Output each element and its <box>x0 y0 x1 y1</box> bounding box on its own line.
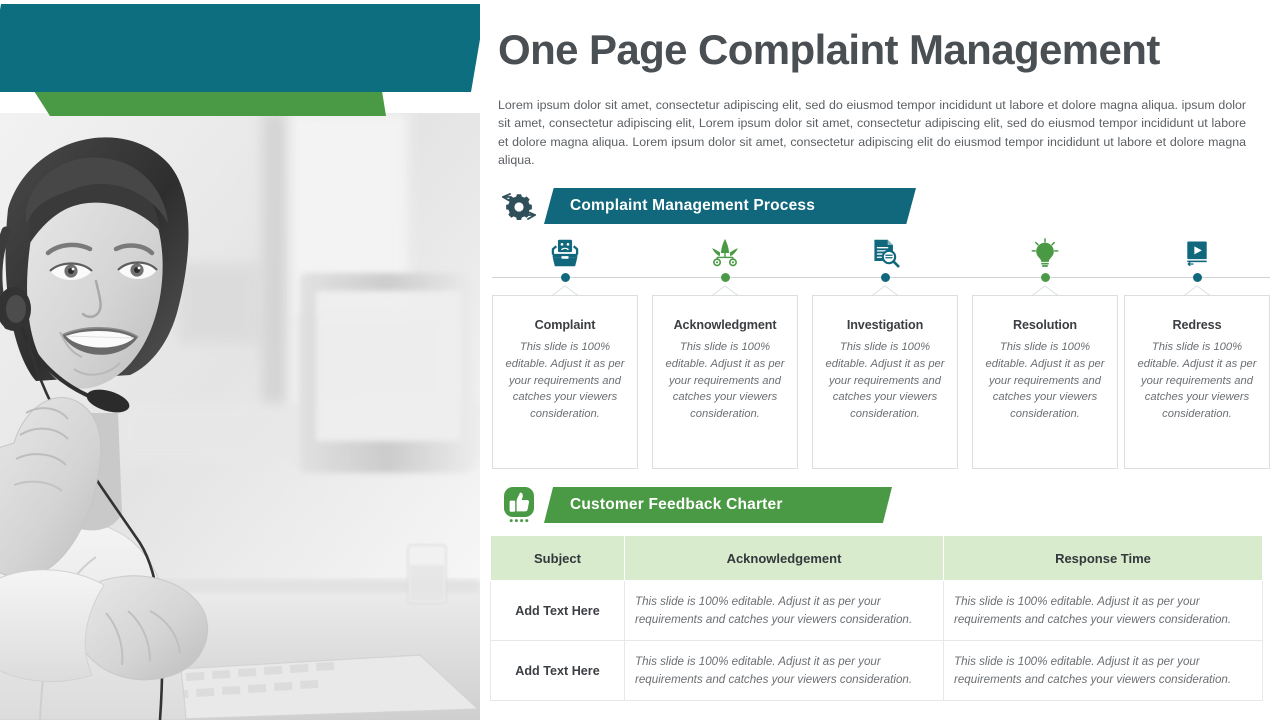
charter-banner-bar: Customer Feedback Charter <box>544 487 892 523</box>
step-body: This slide is 100% editable. Adjust it a… <box>825 341 945 421</box>
process-timeline: Complaint This slide is 100% editable. A… <box>490 232 1272 482</box>
thumbs-up-icon <box>498 485 540 525</box>
timeline-dot <box>1041 273 1050 282</box>
cell-acknowledgement[interactable]: This slide is 100% editable. Adjust it a… <box>624 580 944 641</box>
timeline-dot <box>721 273 730 282</box>
column-header-acknowledgement: Acknowledgement <box>624 535 944 581</box>
call-center-agent-photo <box>0 113 480 720</box>
step-title: Acknowledgment <box>673 318 777 332</box>
play-button-icon <box>1124 232 1270 268</box>
step-title: Redress <box>1172 318 1222 332</box>
step-body: This slide is 100% editable. Adjust it a… <box>505 341 625 421</box>
cell-subject[interactable]: Add Text Here <box>490 580 625 641</box>
charter-banner-label: Customer Feedback Charter <box>570 496 783 513</box>
customer-feedback-charter-table: Subject Acknowledgement Response Time Ad… <box>490 535 1263 701</box>
step-body: This slide is 100% editable. Adjust it a… <box>985 341 1105 421</box>
column-header-subject: Subject <box>490 535 625 581</box>
process-step-card: Resolution This slide is 100% editable. … <box>972 295 1118 469</box>
page-title: One Page Complaint Management <box>498 26 1160 73</box>
process-banner-label: Complaint Management Process <box>570 197 816 214</box>
gear-arrows-icon <box>498 186 540 226</box>
step-title: Investigation <box>846 318 924 332</box>
column-header-response-time: Response Time <box>943 535 1263 581</box>
timeline-dot <box>561 273 570 282</box>
timeline-dot <box>881 273 890 282</box>
cell-response-time[interactable]: This slide is 100% editable. Adjust it a… <box>943 640 1263 701</box>
process-banner-bar: Complaint Management Process <box>544 188 916 224</box>
lightbulb-icon <box>972 232 1118 268</box>
step-body: This slide is 100% editable. Adjust it a… <box>1137 341 1257 421</box>
process-step-card: Acknowledgment This slide is 100% editab… <box>652 295 798 469</box>
process-step-card: Investigation This slide is 100% editabl… <box>812 295 958 469</box>
complaint-box-sad-face-icon <box>492 232 638 268</box>
cell-response-time[interactable]: This slide is 100% editable. Adjust it a… <box>943 580 1263 641</box>
slide-content: One Page Complaint Management Lorem ipsu… <box>480 0 1280 720</box>
photo-graphic <box>0 113 480 720</box>
teal-parallelogram-decoration <box>0 4 480 92</box>
table-row[interactable]: Add Text Here This slide is 100% editabl… <box>490 580 1263 641</box>
left-decoration-panel <box>0 0 480 720</box>
step-body: This slide is 100% editable. Adjust it a… <box>665 341 785 421</box>
table-header-row: Subject Acknowledgement Response Time <box>490 535 1263 581</box>
cell-subject[interactable]: Add Text Here <box>490 640 625 701</box>
cell-acknowledgement[interactable]: This slide is 100% editable. Adjust it a… <box>624 640 944 701</box>
process-step-card: Redress This slide is 100% editable. Adj… <box>1124 295 1270 469</box>
step-title: Resolution <box>1012 318 1078 332</box>
step-title: Complaint <box>534 318 596 332</box>
document-magnifier-icon <box>812 232 958 268</box>
table-row[interactable]: Add Text Here This slide is 100% editabl… <box>490 640 1263 701</box>
intro-paragraph: Lorem ipsum dolor sit amet, consectetur … <box>498 98 1246 168</box>
process-step-card: Complaint This slide is 100% editable. A… <box>492 295 638 469</box>
timeline-dot <box>1193 273 1202 282</box>
network-hierarchy-icon <box>652 232 798 268</box>
